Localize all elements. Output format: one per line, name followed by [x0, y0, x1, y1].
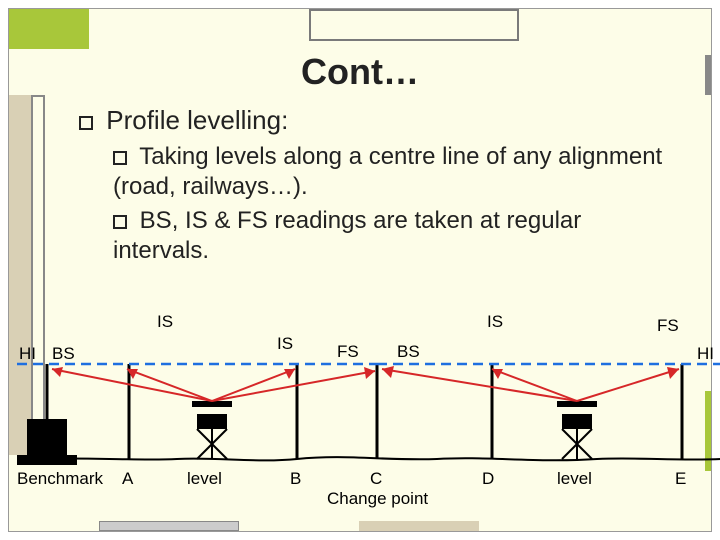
label-hi: HI [19, 344, 36, 363]
label-bs: BS [52, 344, 75, 363]
bullet-box-icon [79, 116, 93, 130]
arrowhead-icon [492, 369, 503, 379]
slide-body: Profile levelling: Taking levels along a… [9, 93, 711, 266]
label-benchmark: Benchmark [17, 469, 103, 488]
label-hi: HI [697, 344, 714, 363]
slide: Cont… Profile levelling: Taking levels a… [8, 8, 712, 532]
bullet-box-icon [113, 151, 127, 165]
bullet-heading: Profile levelling: [79, 105, 667, 136]
label-d: D [482, 469, 494, 488]
profile-diagram: HI BS IS IS FS BS IS FS HI Benchmark A l… [17, 309, 720, 509]
label-is: IS [157, 312, 173, 331]
label-e: E [675, 469, 686, 488]
label-level: level [187, 469, 222, 488]
decor-block [9, 9, 89, 49]
decor-block [309, 9, 519, 41]
sub-bullet-text: Taking levels along a centre line of any… [113, 143, 662, 200]
sight-ray [492, 369, 577, 401]
sight-ray [212, 371, 375, 401]
label-level: level [557, 469, 592, 488]
sight-ray [212, 369, 295, 401]
label-change-point: Change point [327, 489, 428, 508]
label-fs: FS [657, 316, 679, 335]
sight-ray [382, 369, 577, 401]
level-instrument-icon [197, 414, 227, 429]
label-is: IS [277, 334, 293, 353]
arrowhead-icon [667, 367, 679, 379]
sight-ray [127, 369, 212, 401]
label-fs: FS [337, 342, 359, 361]
decor-block [359, 521, 479, 531]
arrowhead-icon [284, 369, 295, 379]
sub-bullet: BS, IS & FS readings are taken at regula… [79, 206, 667, 266]
arrowhead-icon [382, 366, 394, 378]
label-a: A [122, 469, 134, 488]
sub-bullet: Taking levels along a centre line of any… [79, 142, 667, 202]
decor-block [99, 521, 239, 531]
bullet-box-icon [113, 215, 127, 229]
benchmark-icon [27, 419, 67, 459]
label-bs: BS [397, 342, 420, 361]
arrowhead-icon [364, 367, 375, 379]
label-b: B [290, 469, 301, 488]
benchmark-base [17, 455, 77, 465]
decor-block [705, 55, 711, 95]
level-instrument-icon [562, 414, 592, 429]
ground-line [17, 457, 720, 460]
sight-ray [577, 369, 679, 401]
sub-bullet-text: BS, IS & FS readings are taken at regula… [113, 207, 581, 264]
label-is: IS [487, 312, 503, 331]
label-c: C [370, 469, 382, 488]
heading-text: Profile levelling: [106, 105, 288, 135]
